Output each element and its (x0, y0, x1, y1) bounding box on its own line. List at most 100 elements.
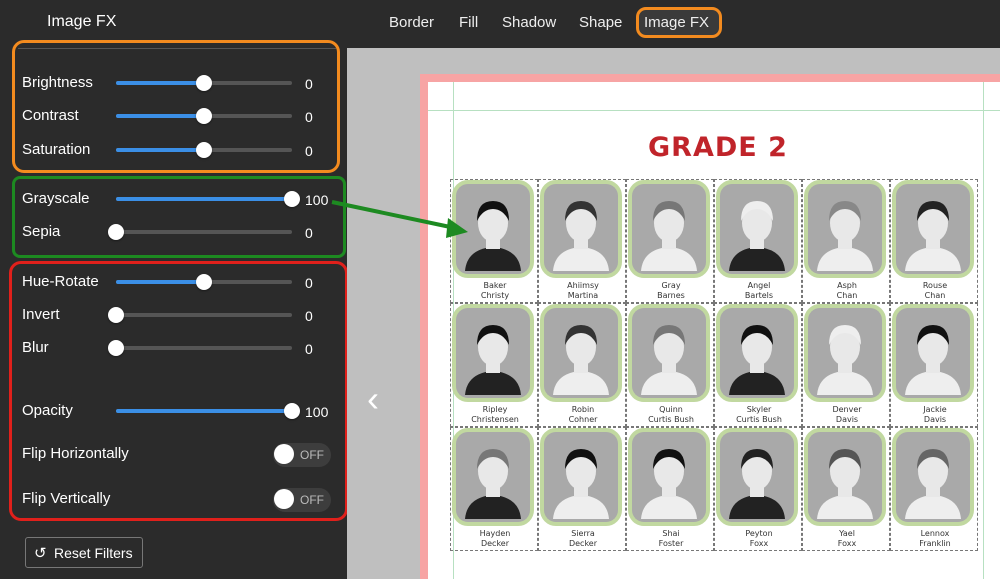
student-photo-cell[interactable]: Robin Cohner (538, 303, 626, 427)
reset-icon: ↺ (34, 545, 47, 562)
tab-border[interactable]: Border (389, 14, 434, 31)
student-photo-cell[interactable]: Skyler Curtis Bush (714, 303, 802, 427)
document-page: GRADE 2 Baker Christy Ahiimsy Martina Gray Ba… (420, 74, 1000, 579)
panel-title: Image FX (47, 13, 117, 30)
photo-frame (804, 304, 886, 402)
photo-frame (540, 180, 622, 278)
student-first-name: Shai (662, 529, 680, 538)
student-first-name: Skyler (746, 405, 772, 414)
avatar-placeholder-icon (723, 311, 791, 395)
image-fx-panel: Image FX Brightness 0 Contrast 0 Saturation 0… (0, 0, 348, 579)
photo-frame (716, 304, 798, 402)
student-first-name: Asph (837, 281, 857, 290)
tab-shape[interactable]: Shape (579, 14, 622, 31)
student-photo-cell[interactable]: Shai Foster (626, 427, 714, 551)
student-last-name: Foster (658, 539, 684, 548)
avatar-placeholder-icon (811, 435, 879, 519)
photo-frame (540, 304, 622, 402)
student-last-name: Foxx (837, 539, 857, 548)
app-window: Image FX Brightness 0 Contrast 0 Saturation 0… (0, 0, 1000, 579)
avatar-placeholder-icon (899, 187, 967, 271)
student-last-name: Martina (567, 291, 599, 300)
student-first-name: Ripley (482, 405, 508, 414)
avatar-placeholder-icon (547, 311, 615, 395)
student-last-name: Christensen (471, 415, 519, 424)
student-photo-cell[interactable]: Peyton Foxx (714, 427, 802, 551)
photo-frame (716, 180, 798, 278)
highlight-box-green (12, 176, 346, 258)
guide-line (428, 110, 1000, 111)
page-content: GRADE 2 Baker Christy Ahiimsy Martina Gray Ba… (428, 82, 1000, 579)
tab-image-fx[interactable]: Image FX (644, 14, 709, 31)
avatar-placeholder-icon (899, 311, 967, 395)
avatar-placeholder-icon (459, 435, 527, 519)
student-photo-cell[interactable]: Rouse Chan (890, 179, 978, 303)
student-last-name: Decker (480, 539, 510, 548)
student-photo-cell[interactable]: Sierra Decker (538, 427, 626, 551)
guide-line (983, 82, 984, 579)
avatar-placeholder-icon (723, 435, 791, 519)
tab-shadow[interactable]: Shadow (502, 14, 556, 31)
photo-frame (628, 428, 710, 526)
student-photo-cell[interactable]: Jackie Davis (890, 303, 978, 427)
avatar-placeholder-icon (635, 187, 703, 271)
photo-frame (452, 428, 534, 526)
highlight-box-red (9, 261, 348, 521)
tab-fill[interactable]: Fill (459, 14, 478, 31)
student-first-name: Yael (839, 529, 855, 538)
highlight-box-orange (12, 40, 340, 173)
chevron-left-icon[interactable]: ‹ (367, 378, 379, 420)
student-photo-cell[interactable]: Lennox Franklin (890, 427, 978, 551)
student-photo-cell[interactable]: Asph Chan (802, 179, 890, 303)
student-photo-cell[interactable]: Quinn Curtis Bush (626, 303, 714, 427)
student-first-name: Gray (661, 281, 681, 290)
student-first-name: Ahiimsy (567, 281, 599, 290)
student-photo-cell[interactable]: Yael Foxx (802, 427, 890, 551)
student-first-name: Quinn (659, 405, 683, 414)
avatar-placeholder-icon (899, 435, 967, 519)
student-first-name: Peyton (745, 529, 773, 538)
student-last-name: Barnes (657, 291, 685, 300)
student-photo-cell[interactable]: Ahiimsy Martina (538, 179, 626, 303)
photo-frame (892, 304, 974, 402)
student-last-name: Cohner (568, 415, 598, 424)
student-first-name: Denver (832, 405, 862, 414)
photo-frame (628, 180, 710, 278)
student-first-name: Robin (571, 405, 595, 414)
avatar-placeholder-icon (811, 187, 879, 271)
student-photo-cell[interactable]: Gray Barnes (626, 179, 714, 303)
student-last-name: Curtis Bush (736, 415, 782, 424)
student-last-name: Chan (924, 291, 946, 300)
student-first-name: Jackie (923, 405, 947, 414)
student-photo-cell[interactable]: Angel Bartels (714, 179, 802, 303)
student-last-name: Chan (836, 291, 858, 300)
student-photo-cell[interactable]: Denver Davis (802, 303, 890, 427)
student-last-name: Davis (923, 415, 947, 424)
photo-frame (452, 304, 534, 402)
photo-frame (540, 428, 622, 526)
student-last-name: Foxx (749, 539, 769, 548)
annotation-arrow (331, 200, 468, 238)
canvas-area: ‹ GRADE 2 Baker Christy Ahiimsy Martina Gray… (347, 48, 1000, 579)
student-first-name: Lennox (920, 529, 950, 538)
photo-frame (892, 180, 974, 278)
student-last-name: Curtis Bush (648, 415, 694, 424)
photo-frame (804, 180, 886, 278)
student-first-name: Baker (483, 281, 507, 290)
avatar-placeholder-icon (811, 311, 879, 395)
photo-frame (804, 428, 886, 526)
student-photo-cell[interactable]: Hayden Decker (450, 427, 538, 551)
avatar-placeholder-icon (547, 435, 615, 519)
avatar-placeholder-icon (635, 311, 703, 395)
reset-label: Reset Filters (54, 545, 133, 561)
student-first-name: Sierra (571, 529, 595, 538)
photo-frame (716, 428, 798, 526)
photo-frame (892, 428, 974, 526)
student-last-name: Christy (480, 291, 510, 300)
grade-title: GRADE 2 (648, 132, 788, 163)
avatar-placeholder-icon (547, 187, 615, 271)
reset-filters-button[interactable]: ↺ Reset Filters (25, 537, 143, 568)
student-photo-cell[interactable]: Ripley Christensen (450, 303, 538, 427)
student-first-name: Rouse (922, 281, 948, 290)
photo-frame (628, 304, 710, 402)
